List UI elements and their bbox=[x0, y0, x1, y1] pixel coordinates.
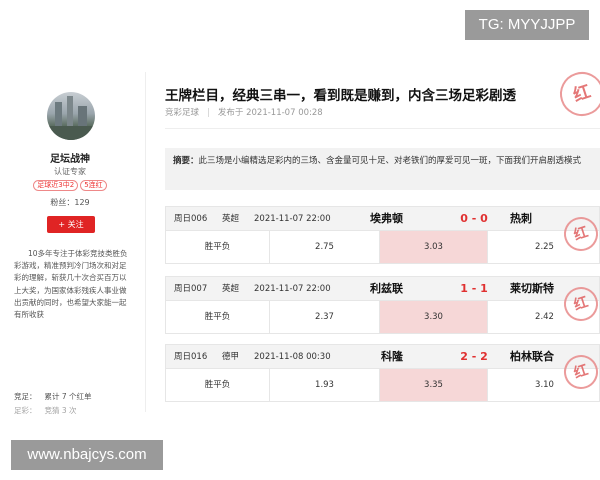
odds-win[interactable]: 2.37 bbox=[270, 301, 380, 333]
watermark-top: TG: MYYJJPP bbox=[465, 10, 589, 40]
match-header: 周日007 英超 2021-11-07 22:00 利兹联 1 - 1 莱切斯特 bbox=[166, 277, 599, 301]
red-stamp-icon: 红 bbox=[554, 66, 600, 122]
article-published: 发布于 2021-11-07 00:28 bbox=[217, 108, 323, 118]
odds-draw[interactable]: 3.35 bbox=[380, 369, 488, 401]
avatar[interactable] bbox=[47, 92, 95, 140]
market-label: 胜平负 bbox=[166, 369, 270, 401]
author-sidebar: 足坛战神 认证专家 足球近3中2 5连红 粉丝：129 + 关注 10多年专注于… bbox=[0, 70, 140, 420]
away-team: 热刺 bbox=[510, 212, 532, 225]
match-score: 2 - 2 bbox=[460, 350, 488, 363]
odds-win[interactable]: 1.93 bbox=[270, 369, 380, 401]
match-score: 1 - 1 bbox=[460, 282, 488, 295]
match-card: 周日006 英超 2021-11-07 22:00 埃弗顿 0 - 0 热刺 胜… bbox=[165, 206, 600, 264]
summary-label: 摘要： bbox=[173, 156, 199, 166]
author-badges: 足球近3中2 5连红 bbox=[0, 180, 140, 191]
record-value: 累计 7 个红单 bbox=[44, 392, 92, 401]
summary-text: 此三场是小编精选足彩内的三场、含金量可见十足、对老铁们的厚爱可见一斑，下面我们开… bbox=[198, 156, 582, 166]
match-header: 周日006 英超 2021-11-07 22:00 埃弗顿 0 - 0 热刺 bbox=[166, 207, 599, 231]
author-title: 认证专家 bbox=[54, 167, 86, 176]
record-label-2: 足彩： bbox=[14, 406, 37, 415]
article-meta: 竞彩足球 | 发布于 2021-11-07 00:28 bbox=[165, 108, 323, 118]
odds-row: 胜平负 2.75 3.03 2.25 bbox=[166, 231, 599, 263]
odds-row: 胜平负 1.93 3.35 3.10 bbox=[166, 369, 599, 401]
match-league: 英超 bbox=[222, 284, 240, 294]
home-team: 利兹联 bbox=[370, 282, 403, 295]
author-bio: 10多年专注于体彩竞技类胜负彩游戏，精准预判冷门场次和对足彩的理解，斩获几十次合… bbox=[14, 249, 128, 320]
match-league: 英超 bbox=[222, 214, 240, 224]
match-card: 周日016 德甲 2021-11-08 00:30 科隆 2 - 2 柏林联合 … bbox=[165, 344, 600, 402]
match-id: 周日007 bbox=[174, 284, 208, 294]
match-time: 2021-11-08 00:30 bbox=[254, 352, 331, 362]
article-summary: 摘要：此三场是小编精选足彩内的三场、含金量可见十足、对老铁们的厚爱可见一斑，下面… bbox=[165, 148, 600, 190]
match-time: 2021-11-07 22:00 bbox=[254, 214, 331, 224]
away-team: 莱切斯特 bbox=[510, 282, 554, 295]
article: 王牌栏目，经典三串一，看到既是赚到，内含三场足彩剧透 竞彩足球 | 发布于 2021… bbox=[150, 66, 600, 412]
home-team: 科隆 bbox=[381, 350, 403, 363]
away-team: 柏林联合 bbox=[510, 350, 554, 363]
odds-row: 胜平负 2.37 3.30 2.42 bbox=[166, 301, 599, 333]
odds-draw[interactable]: 3.03 bbox=[380, 231, 488, 263]
match-header: 周日016 德甲 2021-11-08 00:30 科隆 2 - 2 柏林联合 bbox=[166, 345, 599, 369]
match-id: 周日016 bbox=[174, 352, 208, 362]
badge-streak: 足球近3中2 bbox=[33, 180, 79, 191]
match-time: 2021-11-07 22:00 bbox=[254, 284, 331, 294]
market-label: 胜平负 bbox=[166, 301, 270, 333]
match-score: 0 - 0 bbox=[460, 212, 488, 225]
record-value-2: 竞猜 3 次 bbox=[44, 406, 77, 415]
odds-draw[interactable]: 3.30 bbox=[380, 301, 488, 333]
fans-count: 粉丝：129 bbox=[50, 198, 90, 207]
match-league: 德甲 bbox=[222, 352, 240, 362]
home-team: 埃弗顿 bbox=[370, 212, 403, 225]
article-category[interactable]: 竞彩足球 bbox=[165, 108, 199, 118]
author-name[interactable]: 足坛战神 bbox=[0, 150, 140, 165]
watermark-bottom: www.nbajcys.com bbox=[11, 440, 163, 470]
author-record: 竞足： 累计 7 个红单 足彩： 竞猜 3 次 bbox=[14, 390, 134, 418]
record-label: 竞足： bbox=[14, 392, 37, 401]
article-title: 王牌栏目，经典三串一，看到既是赚到，内含三场足彩剧透 bbox=[165, 88, 516, 104]
odds-win[interactable]: 2.75 bbox=[270, 231, 380, 263]
badge-win-streak: 5连红 bbox=[80, 180, 107, 191]
sidebar-divider bbox=[145, 72, 146, 412]
market-label: 胜平负 bbox=[166, 231, 270, 263]
match-id: 周日006 bbox=[174, 214, 208, 224]
title-divider bbox=[165, 128, 600, 129]
follow-button[interactable]: + 关注 bbox=[47, 216, 95, 233]
match-card: 周日007 英超 2021-11-07 22:00 利兹联 1 - 1 莱切斯特… bbox=[165, 276, 600, 334]
